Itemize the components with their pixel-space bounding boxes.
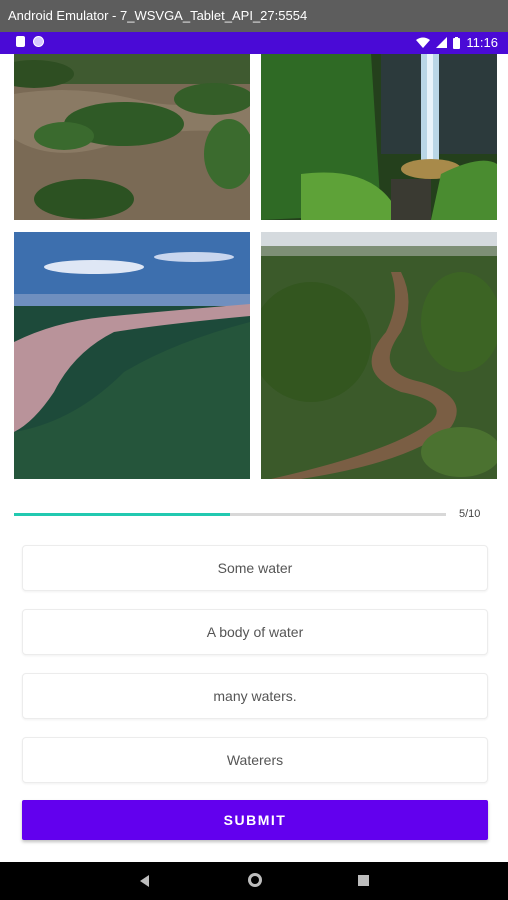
answer-option-label: A body of water bbox=[206, 624, 304, 640]
wifi-icon bbox=[416, 37, 431, 48]
answer-option-label: many waters. bbox=[213, 688, 297, 704]
notification-dot-icon bbox=[33, 36, 44, 47]
battery-icon bbox=[453, 36, 461, 49]
image-river-islands[interactable] bbox=[14, 54, 250, 220]
signal-icon bbox=[436, 37, 448, 48]
submit-label: SUBMIT bbox=[223, 812, 287, 828]
emulator-title: Android Emulator - 7_WSVGA_Tablet_API_27… bbox=[8, 8, 308, 23]
quiz-progress-bar bbox=[14, 513, 446, 516]
recent-apps-icon[interactable] bbox=[358, 875, 369, 886]
submit-button[interactable]: SUBMIT bbox=[22, 800, 488, 840]
android-status-bar: 11:16 bbox=[0, 32, 508, 54]
image-winding-river[interactable] bbox=[261, 232, 497, 479]
answer-option-label: Waterers bbox=[226, 752, 284, 768]
back-icon[interactable] bbox=[140, 875, 149, 887]
sd-card-icon bbox=[16, 36, 25, 47]
quiz-progress-label: 5/10 bbox=[459, 508, 481, 520]
answer-option-4[interactable]: Waterers bbox=[22, 737, 488, 783]
emulator-title-bar: Android Emulator - 7_WSVGA_Tablet_API_27… bbox=[0, 0, 508, 32]
status-time: 11:16 bbox=[466, 35, 498, 50]
image-wide-river-aerial[interactable] bbox=[14, 232, 250, 479]
answer-option-2[interactable]: A body of water bbox=[22, 609, 488, 655]
image-waterfall[interactable] bbox=[261, 54, 497, 220]
answer-option-3[interactable]: many waters. bbox=[22, 673, 488, 719]
answer-option-1[interactable]: Some water bbox=[22, 545, 488, 591]
quiz-screen: 5/10 Some water A body of water many wat… bbox=[0, 54, 508, 862]
android-nav-bar bbox=[0, 862, 508, 900]
home-icon[interactable] bbox=[248, 873, 262, 887]
answer-option-label: Some water bbox=[217, 560, 293, 576]
quiz-progress-fill bbox=[14, 513, 230, 516]
